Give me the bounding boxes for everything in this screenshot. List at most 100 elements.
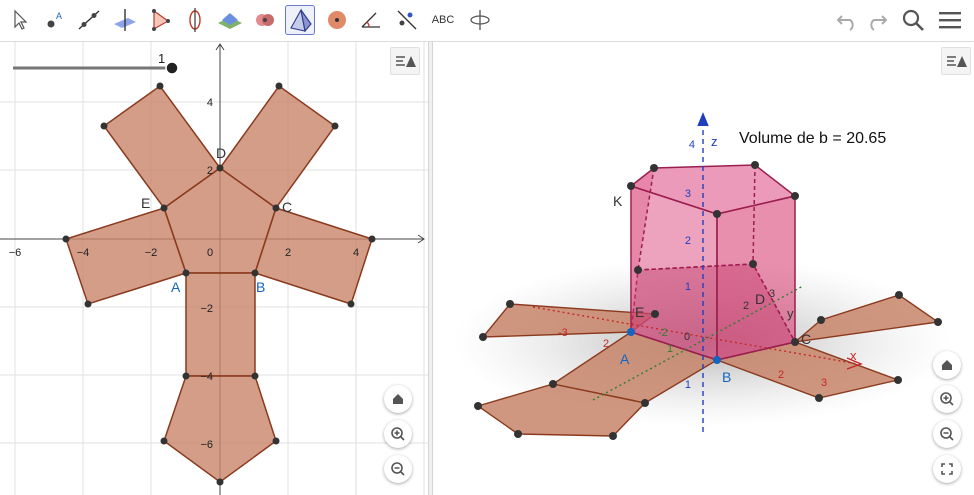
zoom-out-button-3d[interactable] [933,420,961,448]
polygon-tool-button[interactable] [145,5,175,35]
neg-tick-label: -3 [558,327,568,339]
main-menu-button[interactable] [936,6,964,34]
zoom-in-icon [940,392,954,406]
axis-z-label: z [711,134,718,149]
slider-value: 1 [158,51,165,66]
x-tick-label: 4 [353,247,359,259]
x-tick-label: −4 [77,247,90,259]
net-face-ab [185,272,256,377]
perpendicular-tool-button[interactable] [110,5,140,35]
z-tick-label: 1 [685,281,691,293]
z-tick-label: 4 [689,139,695,151]
prism-side-right [716,195,796,361]
line-tool-button[interactable] [74,5,104,35]
intersect-tool-button[interactable] [250,5,280,35]
slider[interactable]: 1 [13,51,179,75]
home-button-3d[interactable] [933,351,961,379]
point-label-k: K [613,193,623,209]
y-tick-label: −2 [200,303,213,315]
graphics-2d-canvas[interactable]: −6 −4 −2 0 2 4 4 2 −2 −4 −6 A B C D E 1 [0,42,428,495]
arrow-pointer-icon [14,9,28,30]
pyramid-icon [290,8,312,33]
reflect-tool-button[interactable] [392,5,422,35]
zoom-out-icon [391,462,405,476]
point-label-b: B [722,369,731,385]
undo-icon [836,15,854,31]
undo-button[interactable] [834,6,862,34]
z-tick-label: 3 [685,188,691,200]
neg-tick-label: 1 [667,343,673,355]
svg-text:A: A [56,11,62,21]
intersect-surfaces-icon [256,14,274,26]
sphere-icon [328,11,346,29]
plane-tool-button[interactable] [215,5,245,35]
x-tick-label: −6 [9,247,22,259]
redo-button[interactable] [862,6,890,34]
zoom-out-icon [940,427,954,441]
rotate-view-icon [470,10,490,30]
x-tick-label: 2 [285,247,291,259]
home-button-2d[interactable] [384,385,412,413]
point-label-e: E [635,304,644,320]
point-label-a: A [620,351,630,367]
plane-icon [218,13,242,29]
point-label-a: A [171,279,181,295]
rotate-view-tool-button[interactable] [465,5,495,35]
home-icon [942,360,952,370]
redo-icon [870,15,888,31]
y-tick-label: −4 [200,371,213,383]
rotation-tool-button[interactable] [180,5,210,35]
style-bar-toggle-3d[interactable] [941,47,971,75]
x-tick-label: 0 [207,247,213,259]
zoom-in-button-3d[interactable] [933,385,961,413]
angle-tool-button[interactable] [356,5,386,35]
point-label-d: D [755,291,765,307]
search-icon [902,9,924,31]
fullscreen-icon [941,463,953,475]
move-tool-button[interactable] [4,5,34,35]
y-tick-label: 3 [769,288,775,300]
zoom-in-icon [391,427,405,441]
search-button[interactable] [899,6,927,34]
pyramid-tool-button[interactable] [285,5,315,35]
z-tick-label: 2 [685,235,691,247]
sphere-tool-button[interactable] [322,5,352,35]
slider-handle [165,61,179,75]
style-bar-icon [396,56,416,67]
graphics-3d-canvas[interactable]: z x y 4 3 2 1 1 2 3 3 2 -3 -2 2 1 0 K E … [433,42,974,495]
home-icon [393,394,403,404]
point-label-c: C [282,199,292,215]
polygon-icon [152,9,170,31]
z-tick-label: 1 [685,379,691,391]
point-label-e: E [141,195,150,211]
hamburger-menu-icon [939,12,961,29]
point-label-d: D [216,145,226,161]
point-label-b: B [256,279,265,295]
neg-tick-label: -2 [658,327,668,339]
prism-3d [629,164,797,362]
y-tick-label: −6 [200,439,213,451]
point-label-c: C [801,331,811,347]
neg-tick-label: 0 [684,331,690,343]
x-tick-label: −2 [145,247,158,259]
volume-text: Volume de b = 20.65 [739,130,886,147]
point-tool-button[interactable]: A [40,5,70,35]
graphics-view-2d[interactable]: −6 −4 −2 0 2 4 4 2 −2 −4 −6 A B C D E 1 [0,42,428,495]
line-icon [78,10,100,30]
rotation-axis-icon [189,8,201,32]
point-icon: A [47,11,62,28]
neg-tick-label: 2 [603,338,609,350]
graphics-view-3d[interactable]: z x y 4 3 2 1 1 2 3 3 2 -3 -2 2 1 0 K E … [433,42,974,495]
zoom-out-button-2d[interactable] [384,455,412,483]
reflect-icon [397,10,417,30]
perpendicular-plane-icon [114,9,136,31]
text-tool-button[interactable]: ABC [428,5,458,35]
fullscreen-button-3d[interactable] [933,455,961,483]
zoom-in-button-2d[interactable] [384,420,412,448]
axis-x-label: x [850,348,857,363]
angle-icon [361,12,380,28]
toolbar: A ABC [0,0,974,42]
style-bar-icon [947,56,967,67]
style-bar-toggle-2d[interactable] [390,47,420,75]
y-tick-label: 4 [207,97,213,109]
